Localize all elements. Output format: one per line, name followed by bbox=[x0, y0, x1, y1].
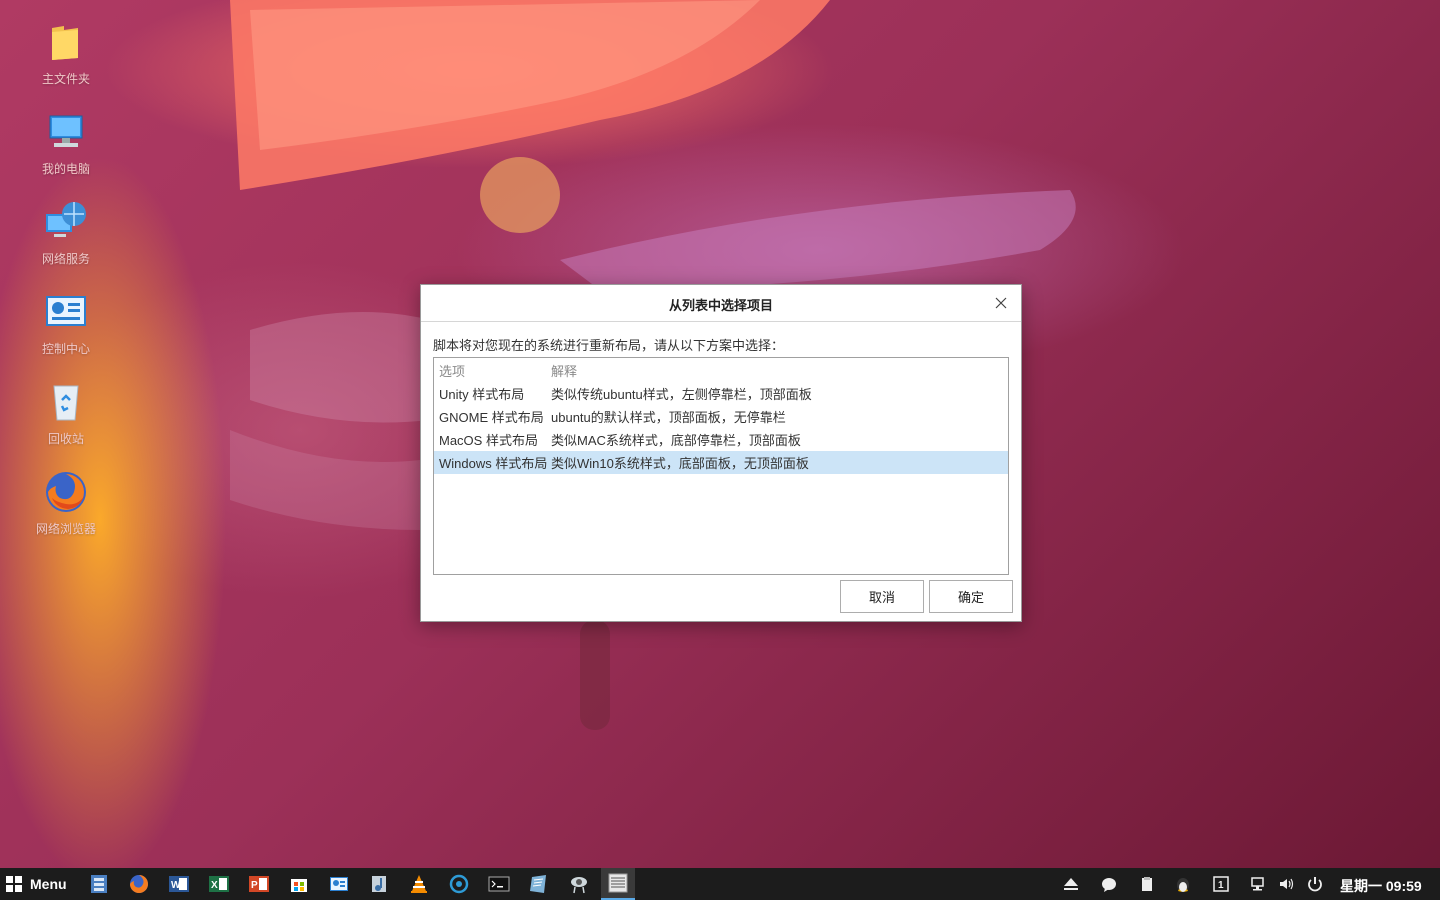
text-editor-icon bbox=[530, 875, 546, 893]
close-icon bbox=[995, 297, 1007, 309]
row-description: ubuntu的默认样式，顶部面板，无停靠栏 bbox=[551, 410, 786, 425]
layout-options-list[interactable]: 选项 解释 Unity 样式布局 类似传统ubuntu样式，左侧停靠栏，顶部面板… bbox=[433, 357, 1009, 575]
taskbar-app-file-manager[interactable] bbox=[86, 871, 112, 897]
svg-text:1: 1 bbox=[1218, 880, 1224, 891]
row-option: MacOS 样式布局 bbox=[439, 433, 538, 448]
clipboard-icon bbox=[1142, 877, 1152, 891]
row-description: 类似传统ubuntu样式，左侧停靠栏，顶部面板 bbox=[551, 387, 812, 402]
desktop-icon-network[interactable]: 网络服务 bbox=[20, 198, 112, 288]
desktop-icon-label: 我的电脑 bbox=[41, 162, 90, 176]
tray-workspace-1[interactable]: 1 bbox=[1211, 874, 1231, 894]
row-option: Windows 样式布局 bbox=[439, 456, 548, 471]
list-row-macos[interactable]: MacOS 样式布局 类似MAC系统样式，底部停靠栏，顶部面板 bbox=[434, 428, 1008, 451]
desktop-icon-label: 控制中心 bbox=[41, 342, 90, 356]
firefox-icon bbox=[46, 472, 86, 512]
volume-icon bbox=[1280, 878, 1294, 890]
store-icon bbox=[291, 879, 307, 892]
select-item-dialog: 从列表中选择项目 脚本将对您现在的系统进行重新布局，请从以下方案中选择： 选项 … bbox=[420, 284, 1022, 622]
vlc-icon bbox=[411, 875, 427, 893]
dialog-title: 从列表中选择项目 bbox=[668, 298, 773, 313]
tray-eject[interactable] bbox=[1061, 874, 1081, 894]
desktop-icons: 主文件夹 我的电脑 网络服务 控制中心 回收站 网络浏览器 bbox=[20, 18, 112, 558]
desktop-icon-label: 主文件夹 bbox=[41, 72, 90, 86]
desktop-icon-label: 网络服务 bbox=[41, 252, 90, 266]
taskbar-app-list-window[interactable] bbox=[601, 868, 635, 900]
desktop-icon-my-computer[interactable]: 我的电脑 bbox=[20, 108, 112, 198]
list-window-icon bbox=[608, 873, 628, 893]
tux-icon bbox=[1177, 878, 1189, 892]
menu-label: Menu bbox=[30, 876, 67, 892]
chat-icon bbox=[1102, 878, 1116, 892]
svg-text:X: X bbox=[211, 880, 218, 891]
list-row-unity[interactable]: Unity 样式布局 类似传统ubuntu样式，左侧停靠栏，顶部面板 bbox=[434, 382, 1008, 405]
desktop-icon-label: 网络浏览器 bbox=[35, 522, 96, 536]
row-option: Unity 样式布局 bbox=[439, 387, 525, 402]
tray-clipboard[interactable] bbox=[1137, 874, 1157, 894]
taskbar-app-screenshot[interactable] bbox=[566, 871, 592, 897]
desktop-icon-home-folder[interactable]: 主文件夹 bbox=[20, 18, 112, 108]
row-option: GNOME 样式布局 bbox=[439, 410, 544, 425]
ok-button[interactable]: 确定 bbox=[929, 580, 1013, 613]
taskbar-app-store[interactable] bbox=[286, 871, 312, 897]
workspace-1-icon: 1 bbox=[1213, 876, 1229, 892]
svg-text:P: P bbox=[251, 880, 258, 891]
taskbar-app-circle[interactable] bbox=[446, 871, 472, 897]
music-icon bbox=[372, 876, 386, 892]
eject-icon bbox=[1064, 878, 1078, 890]
taskbar: Menu W X P 1 星期一 09:59 bbox=[0, 868, 1440, 900]
desktop-icon-label: 回收站 bbox=[47, 432, 84, 446]
column-header-description[interactable]: 解释 bbox=[551, 361, 1008, 380]
network-icon bbox=[1251, 877, 1264, 891]
dialog-prompt: 脚本将对您现在的系统进行重新布局，请从以下方案中选择： bbox=[433, 338, 785, 353]
desktop-icon-recycle-bin[interactable]: 回收站 bbox=[20, 378, 112, 468]
desktop-icon-web-browser[interactable]: 网络浏览器 bbox=[20, 468, 112, 558]
desktop-icon-control-center[interactable]: 控制中心 bbox=[20, 288, 112, 378]
word-icon: W bbox=[169, 876, 189, 892]
column-header-option[interactable]: 选项 bbox=[434, 361, 551, 380]
recycle-bin-icon bbox=[53, 385, 79, 421]
tray-power[interactable] bbox=[1305, 874, 1325, 894]
taskbar-app-powerpoint[interactable]: P bbox=[246, 871, 272, 897]
folder-icon bbox=[52, 26, 78, 60]
tray-volume[interactable] bbox=[1277, 874, 1297, 894]
tray-tux[interactable] bbox=[1173, 874, 1193, 894]
terminal-icon bbox=[488, 876, 510, 892]
power-icon bbox=[1308, 877, 1322, 892]
tray-network[interactable] bbox=[1249, 874, 1269, 894]
firefox-icon bbox=[130, 875, 148, 893]
file-manager-icon bbox=[91, 875, 107, 893]
taskbar-app-firefox[interactable] bbox=[126, 871, 152, 897]
dialog-titlebar[interactable]: 从列表中选择项目 bbox=[421, 285, 1021, 322]
row-description: 类似MAC系统样式，底部停靠栏，顶部面板 bbox=[551, 433, 801, 448]
close-button[interactable] bbox=[989, 291, 1013, 315]
list-row-windows[interactable]: Windows 样式布局 类似Win10系统样式，底部面板，无顶部面板 bbox=[434, 451, 1008, 474]
taskbar-clock[interactable]: 星期一 09:59 bbox=[1340, 876, 1422, 896]
list-header: 选项 解释 bbox=[434, 358, 1008, 382]
powerpoint-icon: P bbox=[249, 876, 269, 892]
taskbar-app-vlc[interactable] bbox=[406, 871, 432, 897]
excel-icon: X bbox=[209, 876, 229, 892]
taskbar-app-excel[interactable]: X bbox=[206, 871, 232, 897]
circle-app-icon bbox=[449, 874, 469, 894]
taskbar-app-word[interactable]: W bbox=[166, 871, 192, 897]
start-menu-button[interactable]: Menu bbox=[6, 868, 67, 900]
list-row-gnome[interactable]: GNOME 样式布局 ubuntu的默认样式，顶部面板，无停靠栏 bbox=[434, 405, 1008, 428]
taskbar-app-control-panel[interactable] bbox=[326, 871, 352, 897]
screenshot-icon bbox=[571, 877, 587, 894]
control-center-icon bbox=[46, 296, 86, 326]
computer-icon bbox=[49, 115, 83, 147]
taskbar-app-music[interactable] bbox=[366, 871, 392, 897]
taskbar-app-terminal[interactable] bbox=[486, 871, 512, 897]
network-icon bbox=[46, 202, 86, 237]
windows-logo-icon bbox=[6, 876, 22, 892]
tray-chat[interactable] bbox=[1099, 874, 1119, 894]
row-description: 类似Win10系统样式，底部面板，无顶部面板 bbox=[551, 456, 809, 471]
cancel-button[interactable]: 取消 bbox=[840, 580, 924, 613]
svg-text:W: W bbox=[171, 880, 181, 891]
control-panel-icon bbox=[330, 877, 348, 891]
taskbar-app-text-editor[interactable] bbox=[526, 871, 552, 897]
